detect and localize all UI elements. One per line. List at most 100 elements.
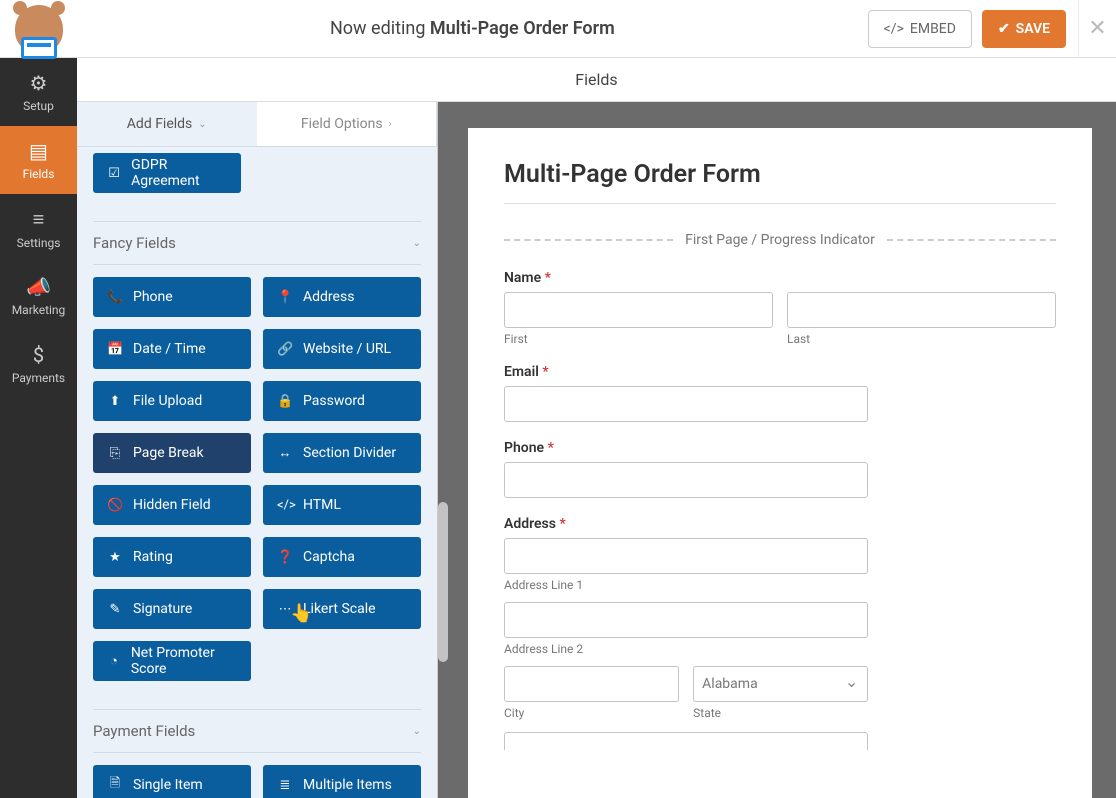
chip-label: Password bbox=[303, 393, 365, 409]
email-label: Email * bbox=[504, 364, 1056, 380]
nav-fields[interactable]: ▤ Fields bbox=[0, 126, 77, 194]
nav-label: Fields bbox=[23, 167, 55, 181]
section-label: Fancy Fields bbox=[93, 234, 176, 252]
field-chip-date[interactable]: 📅 Date / Time bbox=[93, 329, 251, 369]
sliders-icon: ≡ bbox=[33, 207, 45, 232]
field-chip-password[interactable]: 🔒 Password bbox=[263, 381, 421, 421]
close-button[interactable]: ✕ bbox=[1078, 0, 1116, 58]
section-payment-fields[interactable]: Payment Fields ⌄ bbox=[93, 709, 421, 753]
nav-settings[interactable]: ≡ Settings bbox=[0, 194, 77, 262]
first-name-input[interactable] bbox=[504, 292, 773, 328]
field-chip-url[interactable]: 🔗 Website / URL bbox=[263, 329, 421, 369]
email-input[interactable] bbox=[504, 386, 868, 422]
close-icon: ✕ bbox=[1088, 16, 1106, 41]
chip-label: Page Break bbox=[133, 445, 204, 461]
chip-label: Address bbox=[303, 289, 354, 305]
field-chip-hidden[interactable]: 🚫 Hidden Field bbox=[93, 485, 251, 525]
pin-icon: 📍 bbox=[277, 290, 293, 305]
progress-label: First Page / Progress Indicator bbox=[685, 232, 875, 248]
tab-add-fields[interactable]: Add Fields ⌄ bbox=[77, 102, 257, 146]
embed-button[interactable]: </> EMBED bbox=[868, 10, 972, 48]
pencil-icon: ✎ bbox=[107, 602, 123, 617]
name-label: Name * bbox=[504, 270, 1056, 286]
gauge-icon: ◔ bbox=[107, 653, 121, 669]
chip-label: Hidden Field bbox=[133, 497, 211, 513]
city-sublabel: City bbox=[504, 706, 679, 720]
section-fancy-fields[interactable]: Fancy Fields ⌄ bbox=[93, 221, 421, 265]
form-preview: Multi-Page Order Form First Page / Progr… bbox=[437, 102, 1116, 798]
state-select[interactable] bbox=[693, 666, 868, 702]
file-icon: 🗎 bbox=[107, 774, 123, 796]
field-chip-captcha[interactable]: ❓Captcha bbox=[263, 537, 421, 577]
last-name-input[interactable] bbox=[787, 292, 1056, 328]
save-label: SAVE bbox=[1016, 21, 1050, 37]
star-icon: ★ bbox=[107, 550, 123, 565]
chevron-down-icon: ⌄ bbox=[198, 119, 206, 130]
field-chip-rating[interactable]: ★ Rating bbox=[93, 537, 251, 577]
address1-input[interactable] bbox=[504, 538, 868, 574]
field-chip-likert[interactable]: ⋯ Likert Scale bbox=[263, 589, 421, 629]
field-chip-gdpr[interactable]: ☑ GDPR Agreement bbox=[93, 153, 241, 193]
addr2-sublabel: Address Line 2 bbox=[504, 642, 1056, 656]
calendar-icon: 📅 bbox=[107, 342, 123, 357]
chip-label: Single Item bbox=[133, 777, 203, 793]
app-logo bbox=[0, 5, 77, 53]
nav-marketing[interactable]: 📣 Marketing bbox=[0, 262, 77, 330]
side-nav: ⚙ Setup ▤ Fields ≡ Settings 📣 Marketing … bbox=[0, 58, 77, 798]
last-sublabel: Last bbox=[787, 332, 1056, 346]
field-chip-html[interactable]: </>HTML bbox=[263, 485, 421, 525]
chip-label: Likert Scale bbox=[303, 601, 376, 617]
chip-label: Date / Time bbox=[133, 341, 206, 357]
scrollbar[interactable] bbox=[438, 502, 448, 662]
dollar-icon: $ bbox=[33, 343, 44, 367]
embed-label: EMBED bbox=[910, 21, 956, 37]
upload-icon: ⬆ bbox=[107, 394, 123, 409]
form-title: Multi-Page Order Form bbox=[504, 160, 1056, 204]
zip-input[interactable] bbox=[504, 732, 868, 750]
address2-input[interactable] bbox=[504, 602, 868, 638]
chip-label: Rating bbox=[133, 549, 173, 565]
addr1-sublabel: Address Line 1 bbox=[504, 578, 1056, 592]
chip-label: Net Promoter Score bbox=[131, 645, 237, 677]
nav-setup[interactable]: ⚙ Setup bbox=[0, 58, 77, 126]
save-button[interactable]: ✔ SAVE bbox=[982, 10, 1066, 48]
section-label: Payment Fields bbox=[93, 722, 195, 740]
chip-label: HTML bbox=[303, 497, 341, 513]
field-chip-multiple-items[interactable]: ≣Multiple Items bbox=[263, 765, 421, 798]
eye-off-icon: 🚫 bbox=[107, 498, 123, 513]
phone-input[interactable] bbox=[504, 462, 868, 498]
code-icon: </> bbox=[884, 21, 904, 37]
chip-label: File Upload bbox=[133, 393, 202, 409]
lock-icon: 🔒 bbox=[277, 394, 293, 409]
phone-icon: 📞 bbox=[107, 290, 123, 305]
dots-icon: ⋯ bbox=[277, 602, 293, 617]
chip-label: Captcha bbox=[303, 549, 355, 565]
page-title: Now editing Multi-Page Order Form bbox=[77, 18, 868, 39]
fields-panel: Add Fields ⌄ Field Options › ☑ GDPR Agre… bbox=[77, 102, 437, 798]
phone-label: Phone * bbox=[504, 440, 1056, 456]
field-chip-page-break[interactable]: ⎘Page Break bbox=[93, 433, 251, 473]
field-chip-phone[interactable]: 📞Phone bbox=[93, 277, 251, 317]
field-chip-signature[interactable]: ✎ Signature bbox=[93, 589, 251, 629]
field-chip-nps[interactable]: ◔ Net Promoter Score bbox=[93, 641, 251, 681]
chip-label: GDPR Agreement bbox=[131, 157, 227, 189]
chip-label: Website / URL bbox=[303, 341, 391, 357]
address-label: Address * bbox=[504, 516, 1056, 532]
first-sublabel: First bbox=[504, 332, 773, 346]
tab-field-options[interactable]: Field Options › bbox=[257, 102, 438, 146]
nav-payments[interactable]: $ Payments bbox=[0, 330, 77, 398]
field-chip-address[interactable]: 📍 Address bbox=[263, 277, 421, 317]
link-icon: 🔗 bbox=[277, 342, 293, 357]
city-input[interactable] bbox=[504, 666, 679, 702]
nav-label: Marketing bbox=[12, 303, 66, 317]
field-chip-upload[interactable]: ⬆ File Upload bbox=[93, 381, 251, 421]
gear-icon: ⚙ bbox=[30, 71, 48, 95]
form-name: Multi-Page Order Form bbox=[430, 18, 615, 39]
chevron-right-icon: › bbox=[389, 119, 392, 130]
chip-label: Signature bbox=[133, 601, 192, 617]
tab-label: Field Options bbox=[301, 116, 383, 132]
nav-label: Settings bbox=[17, 236, 61, 250]
field-chip-section-divider[interactable]: ↔Section Divider bbox=[263, 433, 421, 473]
field-chip-single-item[interactable]: 🗎 Single Item bbox=[93, 765, 251, 798]
nav-label: Setup bbox=[23, 99, 54, 113]
